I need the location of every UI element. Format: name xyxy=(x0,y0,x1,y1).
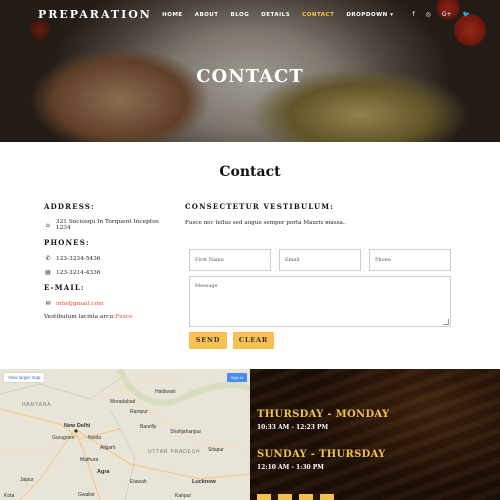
phone-input[interactable]: Phone xyxy=(369,249,451,271)
email-line: ✉ info@gmail.com xyxy=(44,300,174,307)
map-embed[interactable]: View larger map Sign in HARYANA New Delh… xyxy=(0,369,250,500)
hero-banner: PREPARATION HOME ABOUT BLOG DETAILS CONT… xyxy=(0,0,500,142)
nav-about[interactable]: ABOUT xyxy=(195,12,219,18)
extra-line: Vestibulum lacinia arcu: Fusce xyxy=(44,314,174,320)
map-label: Lucknow xyxy=(192,479,216,485)
description-label: CONSECTETUR VESTIBULUM: xyxy=(185,202,335,211)
social-button[interactable] xyxy=(320,494,334,500)
social-button[interactable] xyxy=(299,494,313,500)
site-logo[interactable]: PREPARATION xyxy=(38,8,152,21)
description-text: Fusce nec tellus sed augue semper porta … xyxy=(185,220,347,226)
phone-2: 123-3214-4336 xyxy=(56,269,101,276)
map-label: New Delhi xyxy=(64,423,91,429)
chevron-down-icon: ▾ xyxy=(390,11,394,18)
phone-1: 123-3234-5436 xyxy=(56,255,101,262)
social-button[interactable] xyxy=(278,494,292,500)
hero-title: CONTACT xyxy=(196,66,304,87)
opening-hours: THURSDAY - MONDAY 10:33 AM - 12:23 PM SU… xyxy=(250,369,500,500)
map-label: Mathura xyxy=(80,457,99,463)
nav-dropdown[interactable]: DROPDOWN ▾ xyxy=(346,12,393,18)
email-link[interactable]: info@gmail.com xyxy=(56,301,103,307)
map-label: Sitapur xyxy=(208,447,224,453)
view-larger-map-link[interactable]: View larger map xyxy=(4,373,45,382)
message-textarea[interactable]: Message xyxy=(189,276,451,327)
map-sign-in-button[interactable]: Sign in xyxy=(226,373,247,382)
map-label: Aligarh xyxy=(100,445,116,451)
phones-label: PHONES: xyxy=(44,238,90,247)
address-line: ⌂ 321 Sociosqu In Torquent Inceptos 1234 xyxy=(44,219,174,231)
address-text: 321 Sociosqu In Torquent Inceptos 1234 xyxy=(55,219,159,231)
phone-line-2: ▤ 123-3214-4336 xyxy=(44,269,174,276)
social-button[interactable] xyxy=(257,494,271,500)
map-label: Agra xyxy=(97,469,110,475)
nav-home[interactable]: HOME xyxy=(162,12,183,18)
google-plus-icon[interactable]: G+ xyxy=(442,11,452,18)
footer-social xyxy=(257,494,334,500)
nav-social: f ◎ G+ 🐦 xyxy=(401,11,470,18)
contact-info: ADDRESS: ⌂ 321 Sociosqu In Torquent Ince… xyxy=(44,202,174,327)
map-label: Haldwani xyxy=(155,389,176,395)
hours-time-1: 10:33 AM - 12:23 PM xyxy=(257,424,329,431)
phone-icon: ✆ xyxy=(45,255,51,262)
page-title: Contact xyxy=(219,164,281,180)
contact-description: CONSECTETUR VESTIBULUM: Fusce nec tellus… xyxy=(185,202,455,226)
hours-day-2: SUNDAY - THURSDAY xyxy=(257,449,386,460)
clear-button[interactable]: CLEAR xyxy=(233,332,274,349)
map-label: Gurugram xyxy=(52,435,75,441)
extra-link[interactable]: Fusce xyxy=(115,314,132,320)
contact-form: First Name Email Phone Message SEND CLEA… xyxy=(189,249,451,349)
send-button[interactable]: SEND xyxy=(189,332,227,349)
map-label: HARYANA xyxy=(22,402,52,408)
home-icon: ⌂ xyxy=(46,221,50,229)
phone-line-1: ✆ 123-3234-5436 xyxy=(44,255,174,262)
instagram-icon[interactable]: ◎ xyxy=(426,11,431,18)
map-label: Bareilly xyxy=(140,424,157,430)
main-nav: HOME ABOUT BLOG DETAILS CONTACT DROPDOWN… xyxy=(150,11,470,18)
map-label: Kanpur xyxy=(175,493,192,499)
map-label: Gwalior xyxy=(78,492,95,498)
map-label: Moradabad xyxy=(110,399,136,405)
hours-group-1: THURSDAY - MONDAY 10:33 AM - 12:23 PM xyxy=(257,409,389,431)
address-label: ADDRESS: xyxy=(44,202,95,211)
facebook-icon[interactable]: f xyxy=(412,11,414,18)
hours-time-2: 12:10 AM - 1:30 PM xyxy=(257,464,324,471)
envelope-icon: ✉ xyxy=(45,300,51,307)
map-label: Shahjahanpur xyxy=(170,429,202,435)
email-input[interactable]: Email xyxy=(279,249,361,271)
map-label: UTTAR PRADESH xyxy=(148,449,201,455)
map-label: Kota xyxy=(4,493,15,499)
map-label: Jaipur xyxy=(20,477,34,483)
hours-day-1: THURSDAY - MONDAY xyxy=(257,409,390,420)
first-name-input[interactable]: First Name xyxy=(189,249,271,271)
hours-group-2: SUNDAY - THURSDAY 12:10 AM - 1:30 PM xyxy=(257,449,386,471)
nav-contact[interactable]: CONTACT xyxy=(302,12,334,18)
extra-prefix: Vestibulum lacinia arcu: xyxy=(44,314,116,320)
map-label: Etawah xyxy=(130,479,147,485)
map-label: Rampur xyxy=(130,409,148,415)
twitter-icon[interactable]: 🐦 xyxy=(463,11,470,18)
nav-blog[interactable]: BLOG xyxy=(231,12,250,18)
map-label: Noida xyxy=(88,435,102,441)
fax-icon: ▤ xyxy=(45,269,51,276)
email-label: E-MAIL: xyxy=(44,283,85,292)
nav-details[interactable]: DETAILS xyxy=(261,12,290,18)
nav-dropdown-label: DROPDOWN xyxy=(346,11,388,18)
